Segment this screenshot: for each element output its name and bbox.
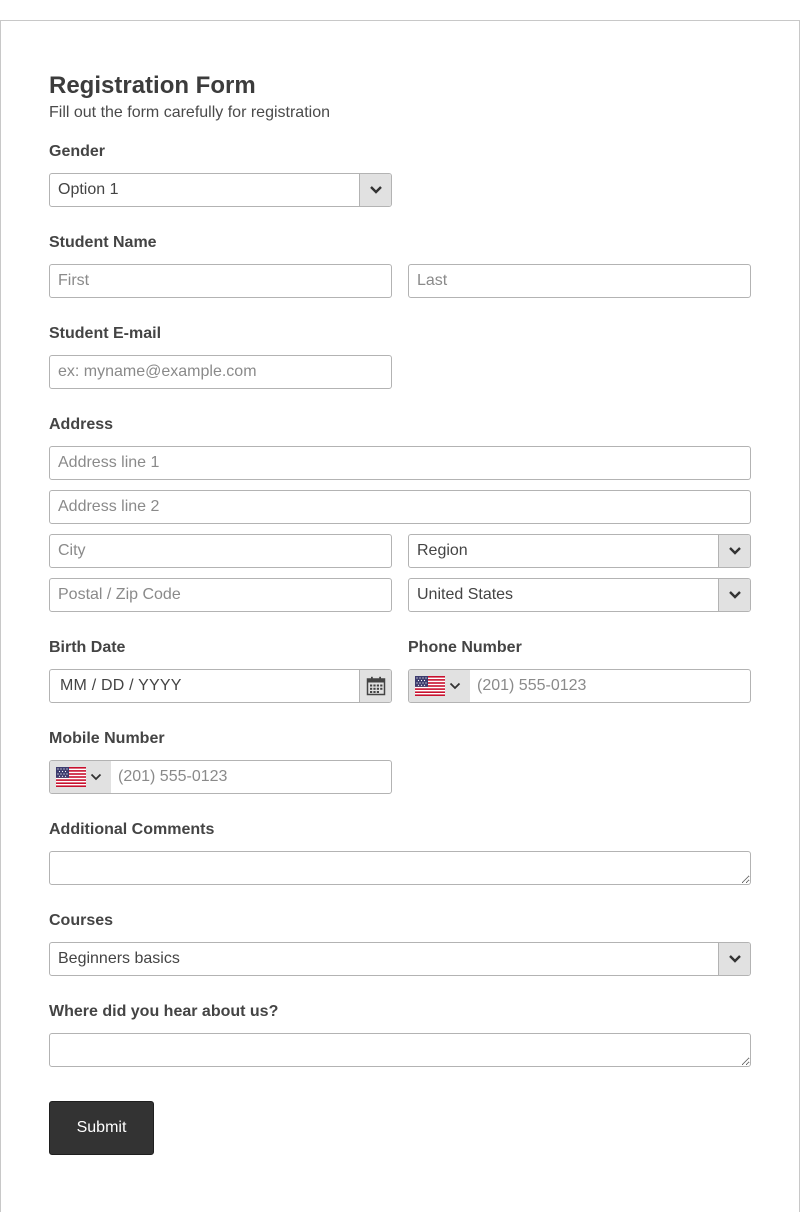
birth-date-placeholder: MM / DD / YYYY	[60, 677, 182, 694]
birth-date-field[interactable]: MM / DD / YYYY	[49, 669, 392, 703]
address-label: Address	[49, 416, 114, 433]
phone-number-field[interactable]	[408, 669, 751, 703]
first-name-input[interactable]	[49, 264, 392, 298]
courses-selected-value: Beginners basics	[58, 950, 180, 967]
hear-about-us-textarea[interactable]	[49, 1033, 751, 1067]
country-code-select[interactable]	[409, 670, 470, 702]
hear-about-us-label: Where did you hear about us?	[49, 1003, 279, 1020]
additional-comments-label: Additional Comments	[49, 821, 215, 838]
chevron-down-icon	[449, 682, 461, 690]
region-selected-value: Region	[417, 542, 468, 559]
chevron-down-icon[interactable]	[718, 943, 750, 975]
chevron-down-icon[interactable]	[718, 579, 750, 611]
phone-number-label: Phone Number	[408, 639, 522, 656]
country-code-select[interactable]	[50, 761, 111, 793]
country-selected-value: United States	[417, 586, 514, 603]
city-input[interactable]	[49, 534, 392, 568]
address-line1-input[interactable]	[49, 446, 751, 480]
additional-comments-textarea[interactable]	[49, 851, 751, 885]
birth-date-label: Birth Date	[49, 639, 126, 656]
last-name-input[interactable]	[408, 264, 751, 298]
email-label: Student E-mail	[49, 325, 162, 342]
gender-select[interactable]: Option 1	[49, 173, 392, 207]
email-input[interactable]	[49, 355, 392, 389]
courses-label: Courses	[49, 912, 114, 929]
country-select[interactable]: United States	[408, 578, 751, 612]
us-flag-icon	[56, 767, 86, 787]
gender-selected-value: Option 1	[58, 181, 119, 198]
mobile-number-field[interactable]	[49, 760, 392, 794]
us-flag-icon	[415, 676, 445, 696]
mobile-number-input[interactable]	[111, 761, 391, 793]
form-title: Registration Form	[49, 72, 256, 99]
region-select[interactable]: Region	[408, 534, 751, 568]
courses-select[interactable]: Beginners basics	[49, 942, 751, 976]
chevron-down-icon[interactable]	[359, 174, 391, 206]
chevron-down-icon[interactable]	[718, 535, 750, 567]
submit-button[interactable]: Submit	[49, 1101, 154, 1155]
mobile-number-label: Mobile Number	[49, 730, 165, 747]
calendar-icon[interactable]	[359, 670, 391, 702]
student-name-label: Student Name	[49, 234, 157, 251]
phone-number-input[interactable]	[470, 670, 750, 702]
gender-label: Gender	[49, 143, 106, 160]
form-subtitle: Fill out the form carefully for registra…	[49, 104, 330, 121]
chevron-down-icon	[90, 773, 102, 781]
postal-code-input[interactable]	[49, 578, 392, 612]
address-line2-input[interactable]	[49, 490, 751, 524]
